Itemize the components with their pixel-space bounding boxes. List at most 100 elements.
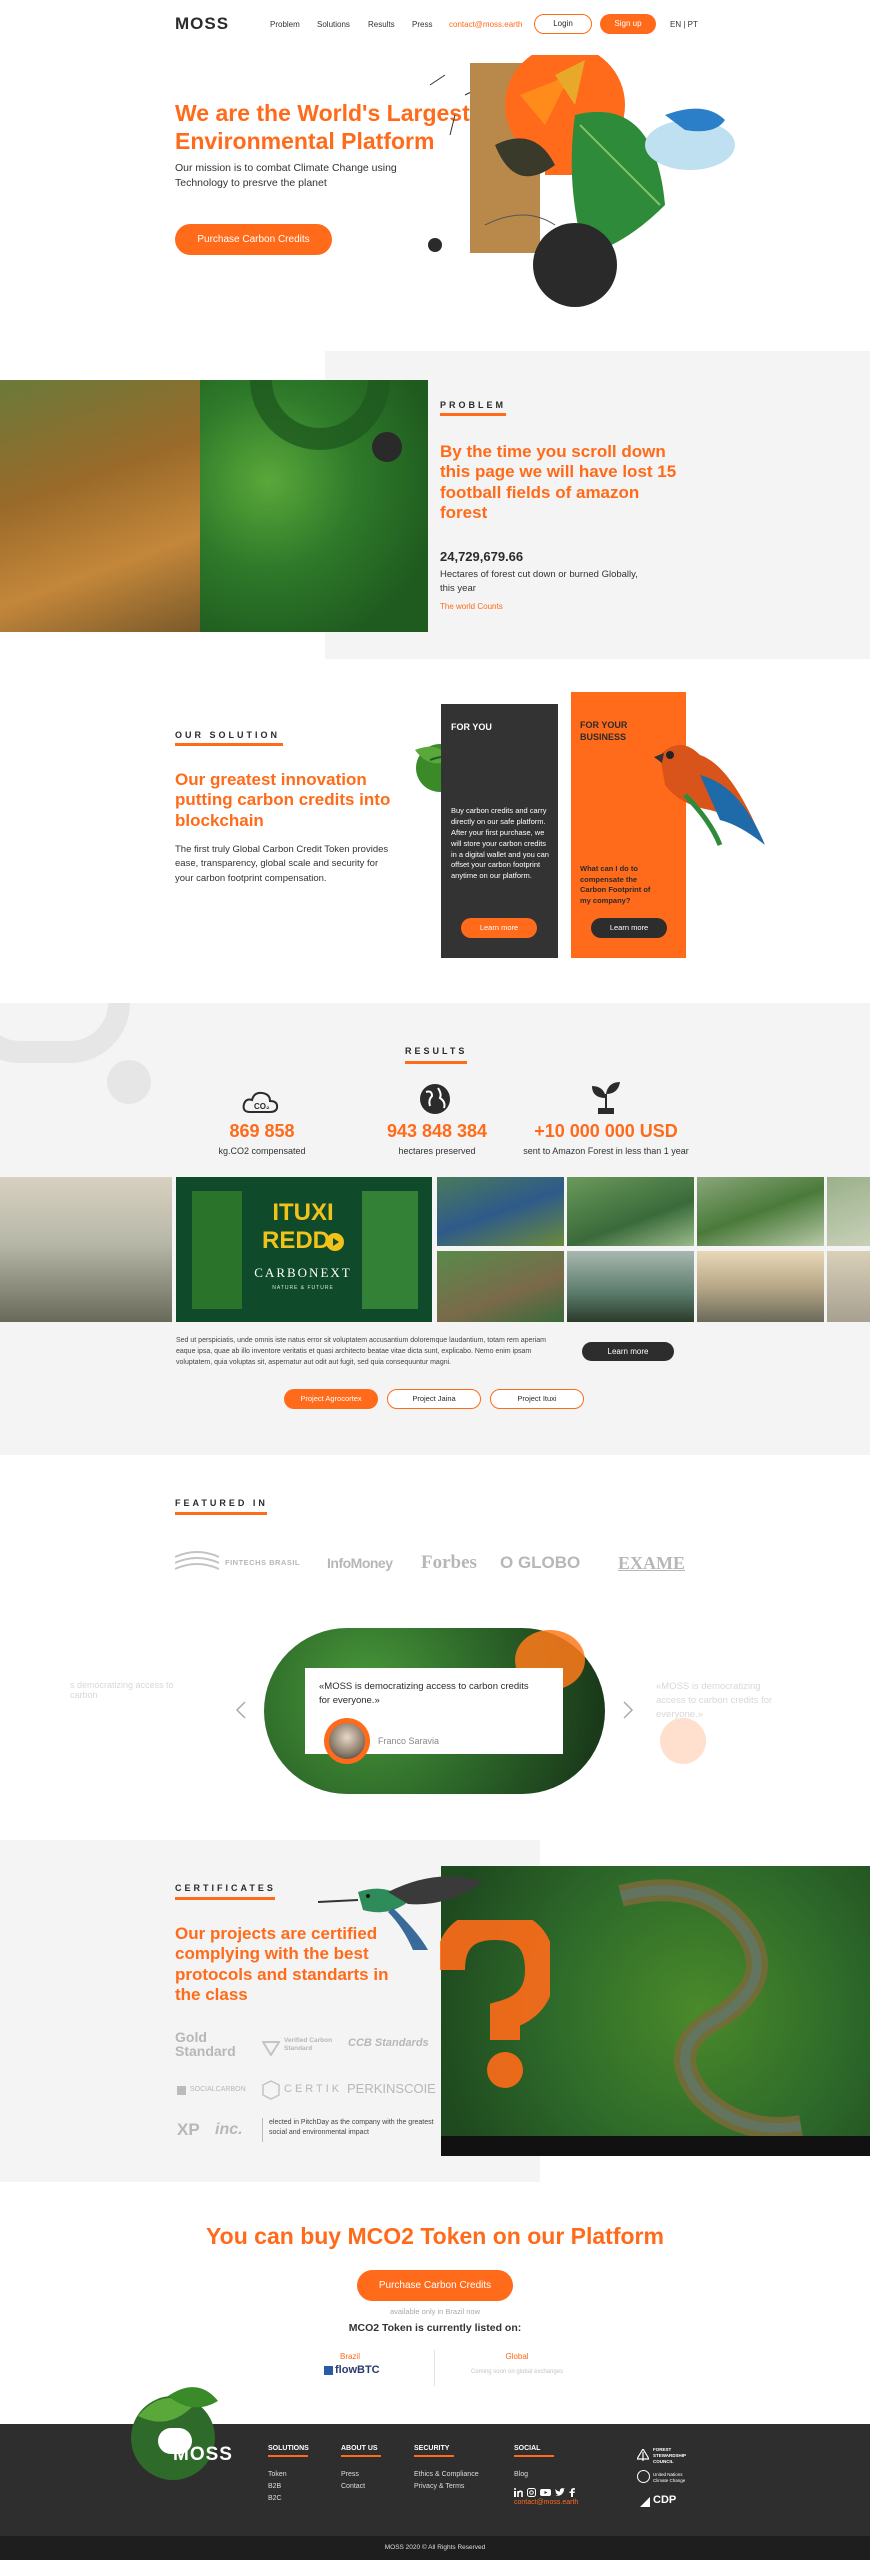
logo-socialcarbon: SOCIALCARBON xyxy=(190,2086,246,2093)
footer-link-contact[interactable]: Contact xyxy=(341,2481,365,2492)
card-for-you-title: FOR YOU xyxy=(451,722,492,732)
gallery-photo-sunset-river[interactable] xyxy=(697,1251,824,1322)
results-decor-circle xyxy=(107,1060,151,1104)
gallery-photo-forest-path[interactable] xyxy=(697,1177,824,1246)
gallery-photo-seedlings[interactable] xyxy=(567,1177,694,1246)
forest-loss-caption: Hectares of forest cut down or burned Gl… xyxy=(440,569,638,595)
hummingbird-image xyxy=(317,1872,488,1952)
results-learn-more-button[interactable]: Learn more xyxy=(582,1342,674,1361)
footer-solutions-title: SOLUTIONS xyxy=(268,2445,309,2452)
logo[interactable]: MOSS xyxy=(175,14,229,34)
hero-purchase-button[interactable]: Purchase Carbon Credits xyxy=(175,224,332,255)
certik-icon xyxy=(262,2080,280,2100)
footer-contact-email[interactable]: contact@moss.earth xyxy=(514,2499,578,2506)
gallery-photo-edge-bottom[interactable] xyxy=(827,1251,870,1322)
footer-solutions-bar xyxy=(268,2455,308,2457)
problem-label: PROBLEM xyxy=(440,400,506,410)
footer-about-title: ABOUT US xyxy=(341,2445,378,2452)
language-switch[interactable]: EN | PT xyxy=(670,20,698,29)
footer-security-bar xyxy=(414,2455,454,2457)
problem-decor-circle xyxy=(372,432,402,462)
card-for-you-learn-more-button[interactable]: Learn more xyxy=(461,918,537,938)
results-label: RESULTS xyxy=(405,1046,468,1056)
globe-icon xyxy=(418,1082,452,1116)
carousel-next-arrow[interactable] xyxy=(621,1700,635,1720)
testimonial-quote: «MOSS is democratizing access to carbon … xyxy=(319,1681,529,1706)
testimonial-next-ghost: «MOSS is democratizing access to carbon … xyxy=(656,1681,773,1720)
card-for-you: FOR YOU Buy carbon credits and carry dir… xyxy=(441,704,558,958)
project-jaina-button[interactable]: Project Jaina xyxy=(387,1389,481,1409)
hero-subtitle: Our mission is to combat Climate Change … xyxy=(175,162,397,190)
stat-co2-value: 869 858 xyxy=(229,1121,295,1141)
gallery-photo-capybara[interactable] xyxy=(437,1251,564,1322)
gallery-photo-canoe[interactable] xyxy=(567,1251,694,1322)
gallery-photo-river-mist[interactable] xyxy=(0,1177,172,1322)
play-icon[interactable] xyxy=(326,1233,344,1251)
card-business-body: What can I do to compensate the Carbon F… xyxy=(580,864,651,905)
solution-label-bar xyxy=(175,743,283,746)
partner-cdp: CDP xyxy=(653,2494,677,2506)
testimonial-next-avatar xyxy=(660,1718,706,1764)
video-forest-left xyxy=(192,1191,242,1309)
youtube-icon[interactable] xyxy=(540,2484,551,2496)
footer-link-b2b[interactable]: B2B xyxy=(268,2481,281,2492)
footer-link-privacy[interactable]: Privacy & Terms xyxy=(414,2481,464,2492)
footer-about-bar xyxy=(341,2455,381,2457)
featured-label: FEATURED IN xyxy=(175,1498,268,1508)
logo-gold-standard: Gold Standard xyxy=(175,2029,236,2059)
nav-link-problem[interactable]: Problem xyxy=(270,20,300,29)
project-agrocortex-button[interactable]: Project Agrocortex xyxy=(284,1389,378,1409)
flowbtc-link[interactable]: flowBTC xyxy=(335,2364,380,2376)
footer-link-ethics[interactable]: Ethics & Compliance xyxy=(414,2469,479,2480)
stat-co2-caption: kg.CO2 compensated xyxy=(218,1146,306,1156)
logo-verified-carbon-standard: Verified Carbon Standard xyxy=(284,2037,333,2052)
logo-certik: CERTIK xyxy=(284,2083,343,2095)
certificates-label-bar xyxy=(175,1897,275,1900)
logo-fintechs-brasil: FINTECHS BRASIL xyxy=(225,1558,300,1567)
un-climate-icon xyxy=(637,2470,650,2483)
logo-forbes: Forbes xyxy=(421,1552,477,1573)
video-player[interactable]: ITUXI REDD+ CARBONEXT NATURE & FUTURE xyxy=(176,1177,432,1322)
nav-contact-email[interactable]: contact@moss.earth xyxy=(449,20,522,29)
stat-usd-value: +10 000 000 USD xyxy=(534,1121,678,1141)
testimonial-prev-ghost: s democratizing access to carbon xyxy=(70,1680,174,1700)
twitter-icon[interactable] xyxy=(555,2484,565,2496)
card-for-you-body: Buy carbon credits and carry directly on… xyxy=(451,806,549,881)
gallery-photo-edge-top[interactable] xyxy=(827,1177,870,1246)
linkedin-icon[interactable] xyxy=(514,2484,523,2497)
signup-button[interactable]: Sign up xyxy=(600,14,656,34)
solution-title: Our greatest innovation putting carbon c… xyxy=(175,770,391,830)
footer-logo[interactable]: MOSS xyxy=(173,2444,233,2466)
instagram-icon[interactable] xyxy=(527,2484,536,2497)
gallery-photo-blue-boat[interactable] xyxy=(437,1177,564,1246)
problem-title: By the time you scroll down this page we… xyxy=(440,442,677,523)
carousel-prev-arrow[interactable] xyxy=(234,1700,248,1720)
stat-usd-caption: sent to Amazon Forest in less than 1 yea… xyxy=(523,1146,689,1156)
global-note: Coming soon on global exchanges xyxy=(470,2369,564,2375)
nav-link-press[interactable]: Press xyxy=(412,20,432,29)
buy-listed-on: MCO2 Token is currently listed on: xyxy=(348,2322,522,2334)
solution-label: OUR SOLUTION xyxy=(175,730,280,740)
project-ituxi-button[interactable]: Project Ituxi xyxy=(490,1389,584,1409)
login-button[interactable]: Login xyxy=(534,14,592,34)
global-label: Global xyxy=(505,2352,529,2361)
source-link[interactable]: The world Counts xyxy=(440,602,503,611)
svg-text:CO₂: CO₂ xyxy=(254,1102,270,1111)
plant-icon xyxy=(588,1080,624,1116)
nav-link-solutions[interactable]: Solutions xyxy=(317,20,350,29)
buy-purchase-button[interactable]: Purchase Carbon Credits xyxy=(357,2270,513,2301)
footer-link-blog[interactable]: Blog xyxy=(514,2469,528,2480)
video-tagline: NATURE & FUTURE xyxy=(272,1285,334,1291)
card-business-learn-more-button[interactable]: Learn more xyxy=(591,918,667,938)
parrot-image xyxy=(640,725,770,855)
partner-un-climate: United Nations Climate Change xyxy=(653,2472,686,2483)
facebook-icon[interactable] xyxy=(569,2484,575,2497)
footer-link-press[interactable]: Press xyxy=(341,2469,359,2480)
footer-link-token[interactable]: Token xyxy=(268,2469,287,2480)
pitchday-divider xyxy=(262,2118,263,2142)
fintechs-brasil-logo-icon xyxy=(174,1549,220,1577)
problem-label-bar xyxy=(440,413,506,416)
nav-link-results[interactable]: Results xyxy=(368,20,395,29)
footer-link-b2c[interactable]: B2C xyxy=(268,2493,282,2504)
verified-carbon-standard-icon xyxy=(261,2040,281,2057)
